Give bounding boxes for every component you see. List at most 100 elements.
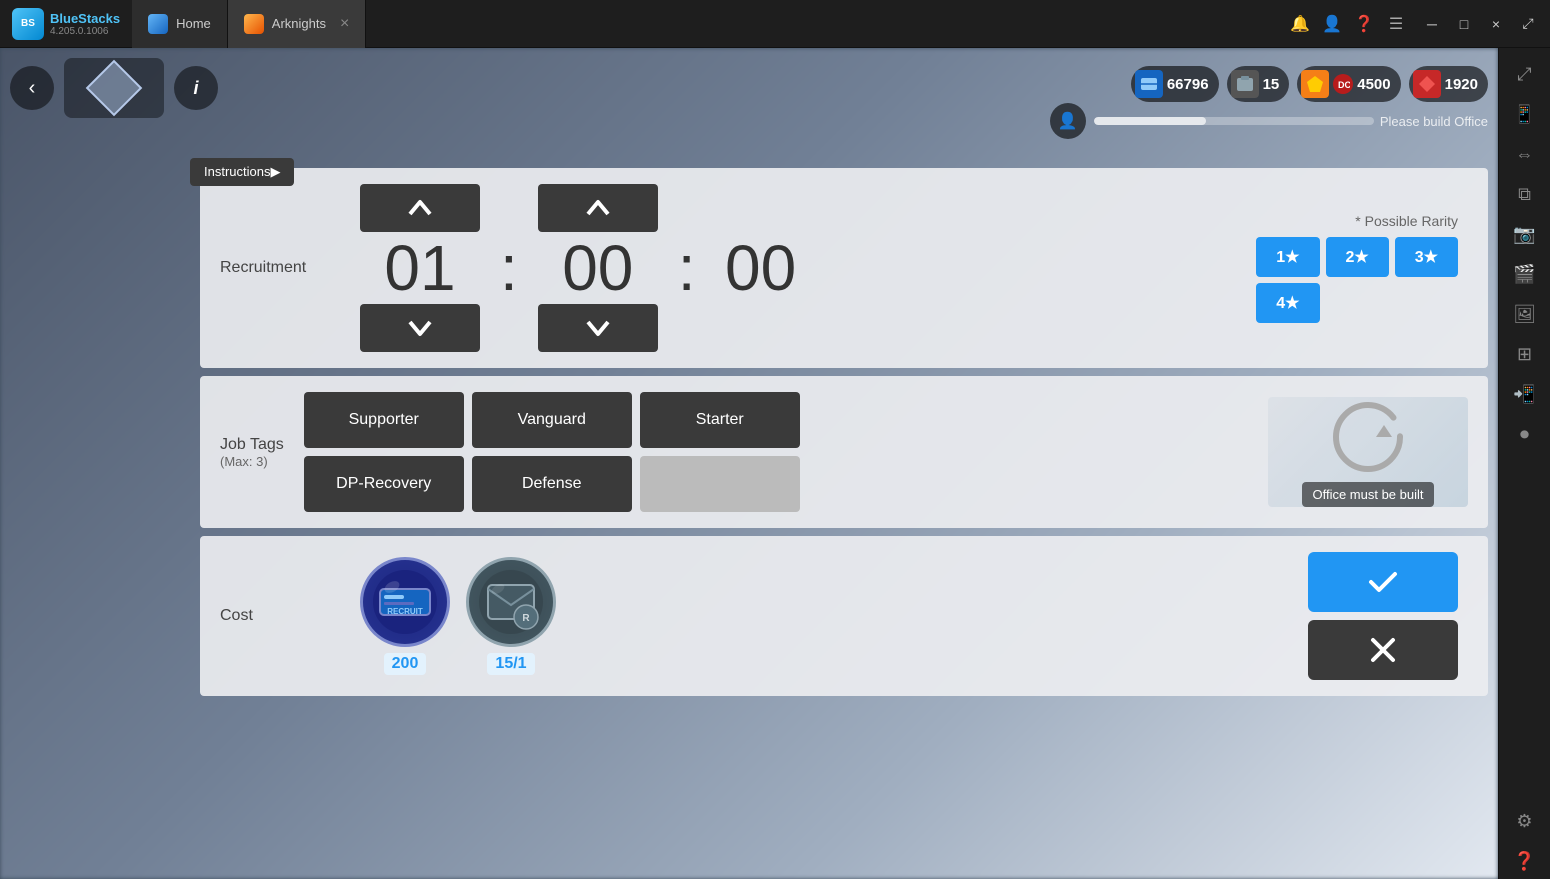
game-area: ‹ i 66796 15 [0, 48, 1498, 879]
help-icon[interactable]: ❓ [1507, 843, 1543, 879]
tag-starter-button[interactable]: Starter [640, 392, 800, 448]
currency-ticket: 66796 [1131, 66, 1219, 102]
tag-defense-button[interactable]: Defense [472, 456, 632, 512]
tag-dp-recovery-button[interactable]: DP-Recovery [304, 456, 464, 512]
app-version: 4.205.0.1006 [50, 26, 120, 37]
tab-arknights[interactable]: Arknights × [228, 0, 367, 48]
window-controls: ─ □ × ⤢ [1418, 10, 1542, 38]
action-buttons [1308, 552, 1458, 680]
info-button[interactable]: i [174, 66, 218, 110]
photo-icon [1231, 70, 1259, 98]
minimize-button[interactable]: ─ [1418, 10, 1446, 38]
rarity-3-button[interactable]: 3★ [1395, 237, 1458, 277]
hours-value: 01 [375, 236, 465, 300]
bluestacks-icon: BS [12, 8, 44, 40]
app-name: BlueStacks [50, 11, 120, 26]
rarity-2-button[interactable]: 2★ [1326, 237, 1389, 277]
tag-vanguard-button[interactable]: Vanguard [472, 392, 632, 448]
top-bar-right: 🔔 👤 ❓ ☰ ─ □ × ⤢ [1290, 10, 1550, 38]
currency-gem: DC 4500 [1297, 66, 1400, 102]
rarity-title: * Possible Rarity [1256, 213, 1458, 229]
phone-icon[interactable]: 📱 [1507, 96, 1543, 132]
bluestacks-logo: BS BlueStacks 4.205.0.1006 [0, 8, 132, 40]
settings-icon[interactable]: ⚙ [1507, 803, 1543, 839]
svg-text:RECRUIT: RECRUIT [387, 607, 423, 616]
tag-empty-button [640, 456, 800, 512]
time-colon-1: : [500, 236, 518, 300]
office-notice-area: Office must be built [1268, 397, 1468, 507]
seconds-value: 00 [716, 236, 806, 300]
gray-ticket-icon: R [466, 557, 556, 647]
ticket-value: 66796 [1167, 76, 1209, 93]
svg-text:DC: DC [1338, 80, 1350, 90]
info-icon: i [193, 78, 198, 99]
maximize-button[interactable]: □ [1450, 10, 1478, 38]
layers-icon[interactable]: ⧉ [1507, 176, 1543, 212]
refresh-icon-container [1328, 397, 1408, 482]
blue-ticket-icon: RECRUIT [360, 557, 450, 647]
game-top-bar: ‹ i 66796 15 [0, 48, 1498, 158]
confirm-check-icon [1365, 564, 1401, 600]
fullscreen-button[interactable]: ⤢ [1514, 10, 1542, 38]
rarity-1-button[interactable]: 1★ [1256, 237, 1319, 277]
user-icon[interactable]: 👤 [1322, 14, 1342, 34]
minutes-value: 00 [553, 236, 643, 300]
dc-icon: DC [1333, 74, 1353, 94]
film-icon[interactable]: 🎬 [1507, 256, 1543, 292]
cost-item-blue: RECRUIT 200 [360, 557, 450, 675]
main-panel: Instructions▶ Recruitment 01 : [200, 168, 1488, 869]
hours-down-button[interactable] [360, 304, 480, 352]
office-must-build-text: Office must be built [1302, 482, 1433, 507]
cost-items: RECRUIT 200 [360, 557, 556, 675]
home-button[interactable] [64, 58, 164, 118]
job-tags-panel: Job Tags (Max: 3) Supporter Vanguard Sta… [200, 376, 1488, 528]
gem-icon [1301, 70, 1329, 98]
recruitment-label: Recruitment [220, 259, 340, 277]
instructions-button[interactable]: Instructions▶ [190, 158, 294, 186]
resize-icon[interactable]: ⇔ [1507, 136, 1543, 172]
recruitment-panel: Instructions▶ Recruitment 01 : [200, 168, 1488, 368]
tab-close-icon[interactable]: × [340, 15, 349, 33]
expand-icon[interactable]: ⤢ [1507, 56, 1543, 92]
hours-up-button[interactable] [360, 184, 480, 232]
tag-supporter-button[interactable]: Supporter [304, 392, 464, 448]
cost-item-gray: R 15/1 [466, 557, 556, 675]
refresh-icon [1328, 397, 1408, 477]
back-button[interactable]: ‹ [10, 66, 54, 110]
tab-home[interactable]: Home [132, 0, 228, 48]
camera-icon[interactable]: 📷 [1507, 216, 1543, 252]
cancel-button[interactable] [1308, 620, 1458, 680]
arknights-tab-icon [244, 14, 264, 34]
image-icon[interactable]: 🖼 [1507, 296, 1543, 332]
gem-value: 4500 [1357, 76, 1390, 93]
right-sidebar: ⤢ 📱 ⇔ ⧉ 📷 🎬 🖼 ⊞ 📲 ⏺ ⚙ ❓ [1498, 48, 1550, 879]
svg-text:R: R [522, 613, 530, 624]
rarity-grid: 1★ 2★ 3★ 4★ [1256, 237, 1458, 323]
rarity-4-button[interactable]: 4★ [1256, 283, 1319, 323]
home-tab-icon [148, 14, 168, 34]
question-icon[interactable]: ❓ [1354, 14, 1374, 34]
tags-grid: Supporter Vanguard Starter DP-Recovery D… [304, 392, 800, 512]
record-icon[interactable]: ⏺ [1507, 416, 1543, 452]
home-diamond-icon [86, 60, 143, 117]
bell-icon[interactable]: 🔔 [1290, 14, 1310, 34]
gray-ticket-value: 15/1 [487, 653, 534, 675]
top-bar: BS BlueStacks 4.205.0.1006 Home Arknight… [0, 0, 1550, 48]
job-tags-label: Job Tags (Max: 3) [220, 436, 284, 469]
job-tags-sublabel: (Max: 3) [220, 454, 284, 469]
photo-value: 15 [1263, 76, 1280, 93]
close-button[interactable]: × [1482, 10, 1510, 38]
confirm-button[interactable] [1308, 552, 1458, 612]
bluestacks-frame: BS BlueStacks 4.205.0.1006 Home Arknight… [0, 0, 1550, 879]
back-icon: ‹ [29, 77, 36, 100]
hours-control: 01 [360, 184, 480, 352]
menu-icon[interactable]: ☰ [1386, 14, 1406, 34]
home-tab-label: Home [176, 16, 211, 31]
mobile-icon[interactable]: 📲 [1507, 376, 1543, 412]
minutes-up-button[interactable] [538, 184, 658, 232]
grid-icon[interactable]: ⊞ [1507, 336, 1543, 372]
arknights-tab-label: Arknights [272, 16, 326, 31]
minutes-down-button[interactable] [538, 304, 658, 352]
cancel-x-icon [1365, 632, 1401, 668]
currency-diamond: 1920 [1409, 66, 1488, 102]
